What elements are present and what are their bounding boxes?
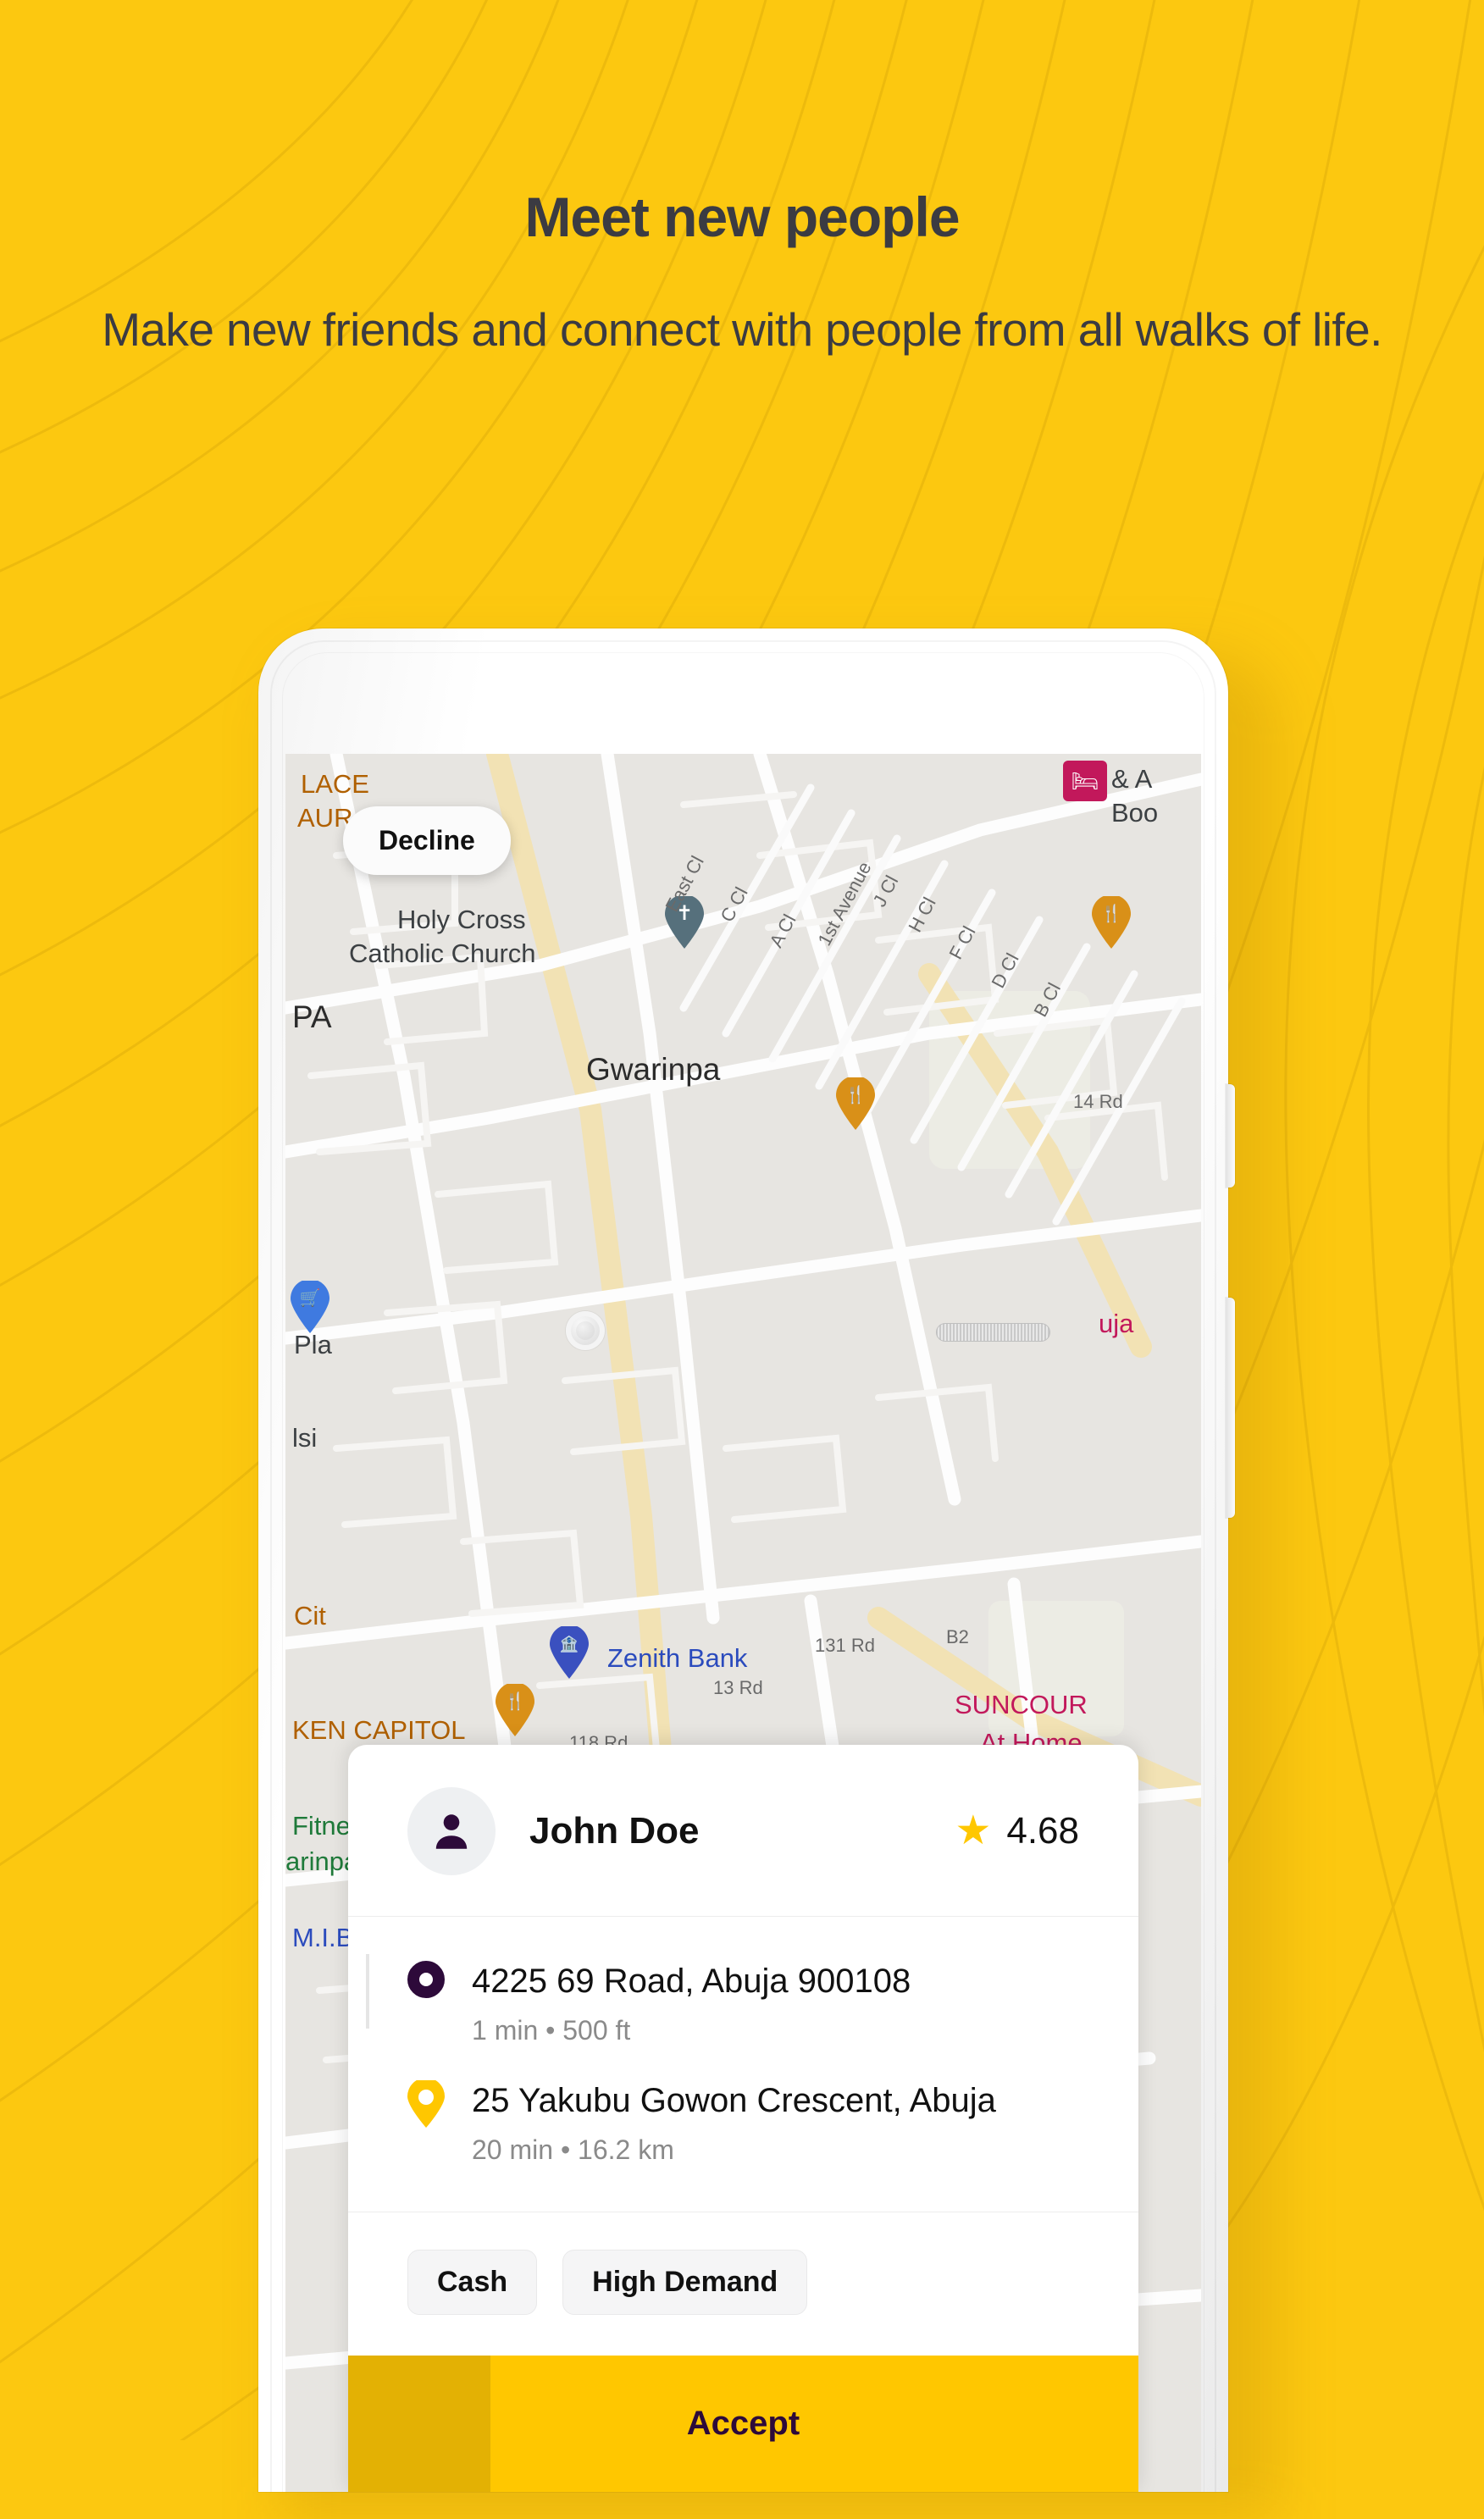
volume-button[interactable] <box>1226 1084 1235 1188</box>
ride-tags: Cash High Demand <box>348 2212 1138 2356</box>
dropoff-meta: 20 min • 16.2 km <box>472 2134 674 2165</box>
route-section: 4225 69 Road, Abuja 900108 1 min • 500 f… <box>348 1917 1138 2212</box>
route-connector-line <box>366 1954 369 2029</box>
rider-name: John Doe <box>529 1810 700 1852</box>
accept-button[interactable]: Accept <box>348 2356 1138 2492</box>
tag-cash[interactable]: Cash <box>407 2250 538 2315</box>
hotel-icon: 🛏 <box>1063 761 1107 801</box>
phone-screen: 🛏 ✝ 🍴 🍴 🛒 🏦 🍴 ● � <box>285 754 1201 2492</box>
star-icon: ★ <box>955 1808 992 1853</box>
dropoff-icon-wrap <box>407 2080 458 2128</box>
earpiece-speaker-icon <box>936 1323 1050 1342</box>
front-camera-icon <box>566 1311 605 1350</box>
dropoff-text: 25 Yakubu Gowon Crescent, Abuja 20 min •… <box>458 2080 996 2166</box>
page-title: Meet new people <box>524 185 960 248</box>
power-button[interactable] <box>1226 1298 1235 1518</box>
pickup-row: 4225 69 Road, Abuja 900108 1 min • 500 f… <box>407 1961 1079 2046</box>
accept-button-label: Accept <box>686 2405 800 2442</box>
destination-pin-icon <box>407 2080 445 2128</box>
promo-headings: Meet new people Make new friends and con… <box>0 0 1484 358</box>
pickup-meta: 1 min • 500 ft <box>472 2015 631 2046</box>
tag-high-demand[interactable]: High Demand <box>562 2250 808 2315</box>
pickup-icon-wrap <box>407 1961 458 1998</box>
pickup-address: 4225 69 Road, Abuja 900108 <box>472 1963 911 2000</box>
decline-button[interactable]: Decline <box>343 806 511 875</box>
dropoff-row: 25 Yakubu Gowon Crescent, Abuja 20 min •… <box>407 2080 1079 2166</box>
accept-timer-progress <box>348 2356 490 2492</box>
pickup-text: 4225 69 Road, Abuja 900108 1 min • 500 f… <box>458 1961 911 2046</box>
rating-value: 4.68 <box>1006 1810 1079 1852</box>
ride-request-card: John Doe ★ 4.68 4225 69 Road, Abuja 9001… <box>348 1745 1138 2492</box>
phone-mockup: 🛏 ✝ 🍴 🍴 🛒 🏦 🍴 ● � <box>258 628 1235 2492</box>
page-subtitle: Make new friends and connect with people… <box>102 302 1382 356</box>
dropoff-address: 25 Yakubu Gowon Crescent, Abuja <box>472 2082 996 2119</box>
rider-rating: ★ 4.68 <box>955 1810 1079 1852</box>
rider-header: John Doe ★ 4.68 <box>348 1745 1138 1917</box>
avatar <box>407 1787 496 1875</box>
origin-dot-icon <box>407 1961 445 1998</box>
person-icon <box>435 1814 468 1849</box>
